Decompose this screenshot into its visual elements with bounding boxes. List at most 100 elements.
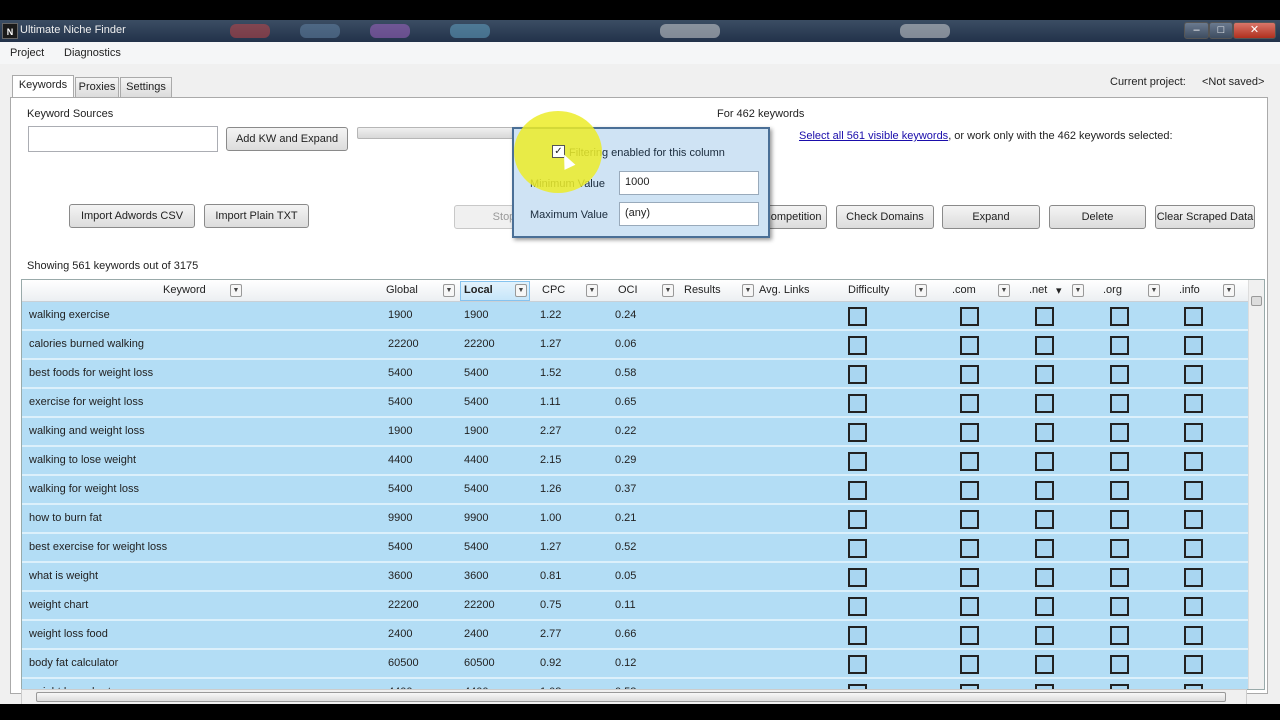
table-row[interactable]: best foods for weight loss 5400 5400 1.52 0.… bbox=[22, 360, 1248, 389]
org-checkbox[interactable] bbox=[1110, 452, 1129, 471]
table-row[interactable]: walking to lose weight 4400 4400 2.15 0.29 bbox=[22, 447, 1248, 476]
close-button[interactable]: ✕ bbox=[1233, 22, 1276, 39]
horizontal-scrollbar[interactable] bbox=[21, 689, 1247, 705]
com-checkbox[interactable] bbox=[960, 510, 979, 529]
difficulty-checkbox[interactable] bbox=[848, 365, 867, 384]
horizontal-scroll-thumb[interactable] bbox=[36, 692, 1226, 702]
filter-dropdown-icon[interactable]: ▼ bbox=[1223, 284, 1235, 297]
com-checkbox[interactable] bbox=[960, 626, 979, 645]
info-checkbox[interactable] bbox=[1184, 510, 1203, 529]
com-checkbox[interactable] bbox=[960, 481, 979, 500]
keyword-source-input[interactable] bbox=[28, 126, 218, 152]
tab-proxies[interactable]: Proxies bbox=[75, 77, 119, 97]
col-keyword[interactable]: Keyword bbox=[163, 284, 206, 296]
filter-dropdown-icon[interactable]: ▼ bbox=[586, 284, 598, 297]
info-checkbox[interactable] bbox=[1184, 307, 1203, 326]
info-checkbox[interactable] bbox=[1184, 423, 1203, 442]
net-checkbox[interactable] bbox=[1035, 626, 1054, 645]
org-checkbox[interactable] bbox=[1110, 597, 1129, 616]
table-row[interactable]: exercise for weight loss 5400 5400 1.11 0.65 bbox=[22, 389, 1248, 418]
org-checkbox[interactable] bbox=[1110, 307, 1129, 326]
com-checkbox[interactable] bbox=[960, 539, 979, 558]
info-checkbox[interactable] bbox=[1184, 597, 1203, 616]
info-checkbox[interactable] bbox=[1184, 481, 1203, 500]
vertical-scroll-thumb[interactable] bbox=[1251, 296, 1262, 306]
table-row[interactable]: how to burn fat 9900 9900 1.00 0.21 bbox=[22, 505, 1248, 534]
minimize-button[interactable]: – bbox=[1184, 22, 1209, 39]
add-kw-expand-button[interactable]: Add KW and Expand bbox=[226, 127, 348, 151]
org-checkbox[interactable] bbox=[1110, 626, 1129, 645]
difficulty-checkbox[interactable] bbox=[848, 481, 867, 500]
com-checkbox[interactable] bbox=[960, 452, 979, 471]
difficulty-checkbox[interactable] bbox=[848, 394, 867, 413]
table-row[interactable]: walking for weight loss 5400 5400 1.26 0.37 bbox=[22, 476, 1248, 505]
menu-diagnostics[interactable]: Diagnostics bbox=[64, 47, 121, 59]
difficulty-checkbox[interactable] bbox=[848, 307, 867, 326]
filter-dropdown-icon[interactable]: ▼ bbox=[230, 284, 242, 297]
tab-settings[interactable]: Settings bbox=[120, 77, 172, 97]
vertical-scrollbar[interactable] bbox=[1248, 280, 1264, 689]
col-local[interactable]: Local bbox=[464, 284, 493, 296]
table-row[interactable]: weight chart 22200 22200 0.75 0.11 bbox=[22, 592, 1248, 621]
filter-dropdown-icon[interactable]: ▼ bbox=[1072, 284, 1084, 297]
net-checkbox[interactable] bbox=[1035, 394, 1054, 413]
net-checkbox[interactable] bbox=[1035, 539, 1054, 558]
net-checkbox[interactable] bbox=[1035, 510, 1054, 529]
difficulty-checkbox[interactable] bbox=[848, 336, 867, 355]
org-checkbox[interactable] bbox=[1110, 655, 1129, 674]
col-info[interactable]: .info bbox=[1179, 284, 1200, 296]
filter-dropdown-icon[interactable]: ▼ bbox=[1148, 284, 1160, 297]
col-difficulty[interactable]: Difficulty bbox=[848, 284, 889, 296]
clear-scraped-data-button[interactable]: Clear Scraped Data bbox=[1155, 205, 1255, 229]
select-all-visible-link[interactable]: Select all 561 visible keywords bbox=[799, 130, 948, 142]
net-checkbox[interactable] bbox=[1035, 365, 1054, 384]
net-checkbox[interactable] bbox=[1035, 597, 1054, 616]
tab-keywords[interactable]: Keywords bbox=[12, 75, 74, 97]
filter-dropdown-icon[interactable]: ▼ bbox=[662, 284, 674, 297]
com-checkbox[interactable] bbox=[960, 423, 979, 442]
com-checkbox[interactable] bbox=[960, 336, 979, 355]
delete-button[interactable]: Delete bbox=[1049, 205, 1146, 229]
info-checkbox[interactable] bbox=[1184, 394, 1203, 413]
table-row[interactable]: best exercise for weight loss 5400 5400 1.2… bbox=[22, 534, 1248, 563]
filter-dropdown-icon[interactable]: ▼ bbox=[998, 284, 1010, 297]
filter-dropdown-icon[interactable]: ▼ bbox=[515, 284, 527, 297]
import-adwords-csv-button[interactable]: Import Adwords CSV bbox=[69, 204, 195, 228]
com-checkbox[interactable] bbox=[960, 597, 979, 616]
table-row[interactable]: walking exercise 1900 1900 1.22 0.24 bbox=[22, 302, 1248, 331]
filter-dropdown-icon[interactable]: ▼ bbox=[915, 284, 927, 297]
col-results[interactable]: Results bbox=[684, 284, 721, 296]
import-plain-txt-button[interactable]: Import Plain TXT bbox=[204, 204, 309, 228]
table-row[interactable]: calories burned walking 22200 22200 1.27 0.0… bbox=[22, 331, 1248, 360]
info-checkbox[interactable] bbox=[1184, 626, 1203, 645]
info-checkbox[interactable] bbox=[1184, 655, 1203, 674]
com-checkbox[interactable] bbox=[960, 655, 979, 674]
net-checkbox[interactable] bbox=[1035, 423, 1054, 442]
difficulty-checkbox[interactable] bbox=[848, 539, 867, 558]
com-checkbox[interactable] bbox=[960, 365, 979, 384]
expand-button[interactable]: Expand bbox=[942, 205, 1040, 229]
col-org[interactable]: .org bbox=[1103, 284, 1122, 296]
com-checkbox[interactable] bbox=[960, 568, 979, 587]
difficulty-checkbox[interactable] bbox=[848, 423, 867, 442]
org-checkbox[interactable] bbox=[1110, 510, 1129, 529]
difficulty-checkbox[interactable] bbox=[848, 510, 867, 529]
col-global[interactable]: Global bbox=[386, 284, 418, 296]
net-checkbox[interactable] bbox=[1035, 655, 1054, 674]
org-checkbox[interactable] bbox=[1110, 365, 1129, 384]
info-checkbox[interactable] bbox=[1184, 568, 1203, 587]
col-net[interactable]: .net bbox=[1029, 284, 1047, 296]
info-checkbox[interactable] bbox=[1184, 336, 1203, 355]
org-checkbox[interactable] bbox=[1110, 423, 1129, 442]
com-checkbox[interactable] bbox=[960, 307, 979, 326]
difficulty-checkbox[interactable] bbox=[848, 626, 867, 645]
maximum-value-input[interactable]: (any) bbox=[619, 202, 759, 226]
net-checkbox[interactable] bbox=[1035, 452, 1054, 471]
net-checkbox[interactable] bbox=[1035, 336, 1054, 355]
net-checkbox[interactable] bbox=[1035, 481, 1054, 500]
com-checkbox[interactable] bbox=[960, 394, 979, 413]
table-row[interactable]: body fat calculator 60500 60500 0.92 0.12 bbox=[22, 650, 1248, 679]
difficulty-checkbox[interactable] bbox=[848, 568, 867, 587]
info-checkbox[interactable] bbox=[1184, 452, 1203, 471]
table-row[interactable]: weight loss food 2400 2400 2.77 0.66 bbox=[22, 621, 1248, 650]
